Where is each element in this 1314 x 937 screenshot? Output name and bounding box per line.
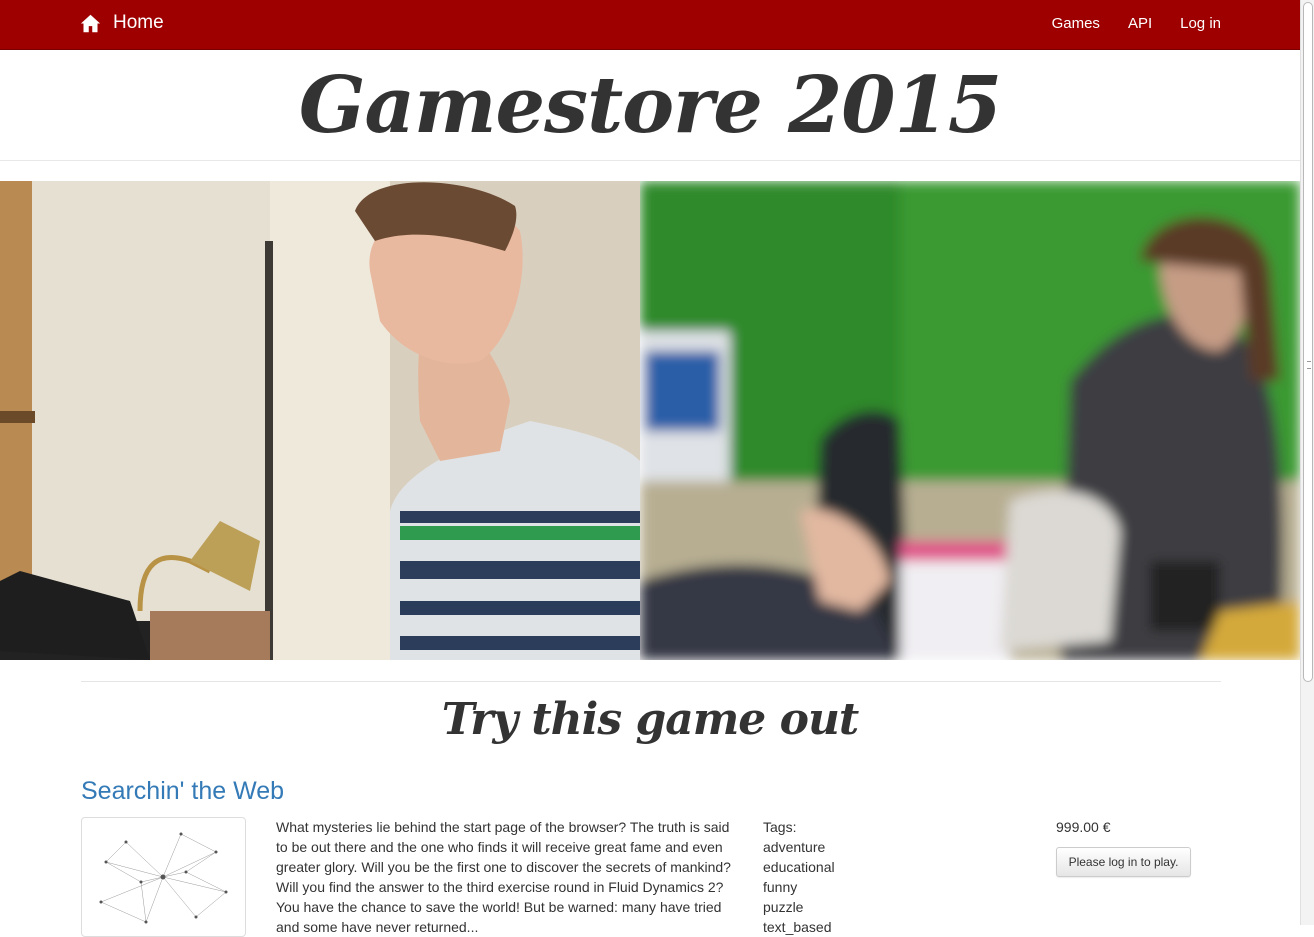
home-link[interactable]: Home [80,12,164,34]
tag-item: puzzle [763,899,804,915]
site-title: Gamestore 2015 [298,60,1002,151]
page-scrollbar[interactable] [1300,0,1314,925]
hero-banner [0,181,1300,660]
hero-photo-right [640,181,1300,660]
game-thumbnail[interactable] [81,817,246,937]
nav-link-api[interactable]: API [1128,15,1152,32]
tag-item: educational [763,859,835,875]
scrollbar-grip-icon [1307,361,1311,369]
tag-item: funny [763,879,798,895]
nav-link-login[interactable]: Log in [1180,15,1221,32]
login-to-play-button[interactable]: Please log in to play. [1056,847,1191,877]
featured-section-title: Try this game out [441,694,860,745]
game-price: 999.00 € [1056,819,1111,835]
featured-game-title[interactable]: Searchin' the Web [81,777,284,806]
game-description: What mysteries lie behind the start page… [276,819,731,935]
tag-item: text_based [763,919,832,935]
section-divider [81,681,1221,682]
network-graph-image [99,832,228,924]
header-divider [0,160,1300,161]
home-icon [80,14,101,32]
top-navbar: Home Games API Log in [0,0,1300,50]
scrollbar-thumb[interactable] [1303,2,1313,682]
tags-label: Tags: [763,819,797,835]
tag-item: adventure [763,839,826,855]
game-tags: Tags: adventure educational funny puzzle… [763,817,835,937]
nav-link-games[interactable]: Games [1052,15,1100,32]
nav-links: Games API Log in [1024,15,1221,32]
hero-photo-left [0,181,640,660]
home-link-label: Home [113,12,164,33]
